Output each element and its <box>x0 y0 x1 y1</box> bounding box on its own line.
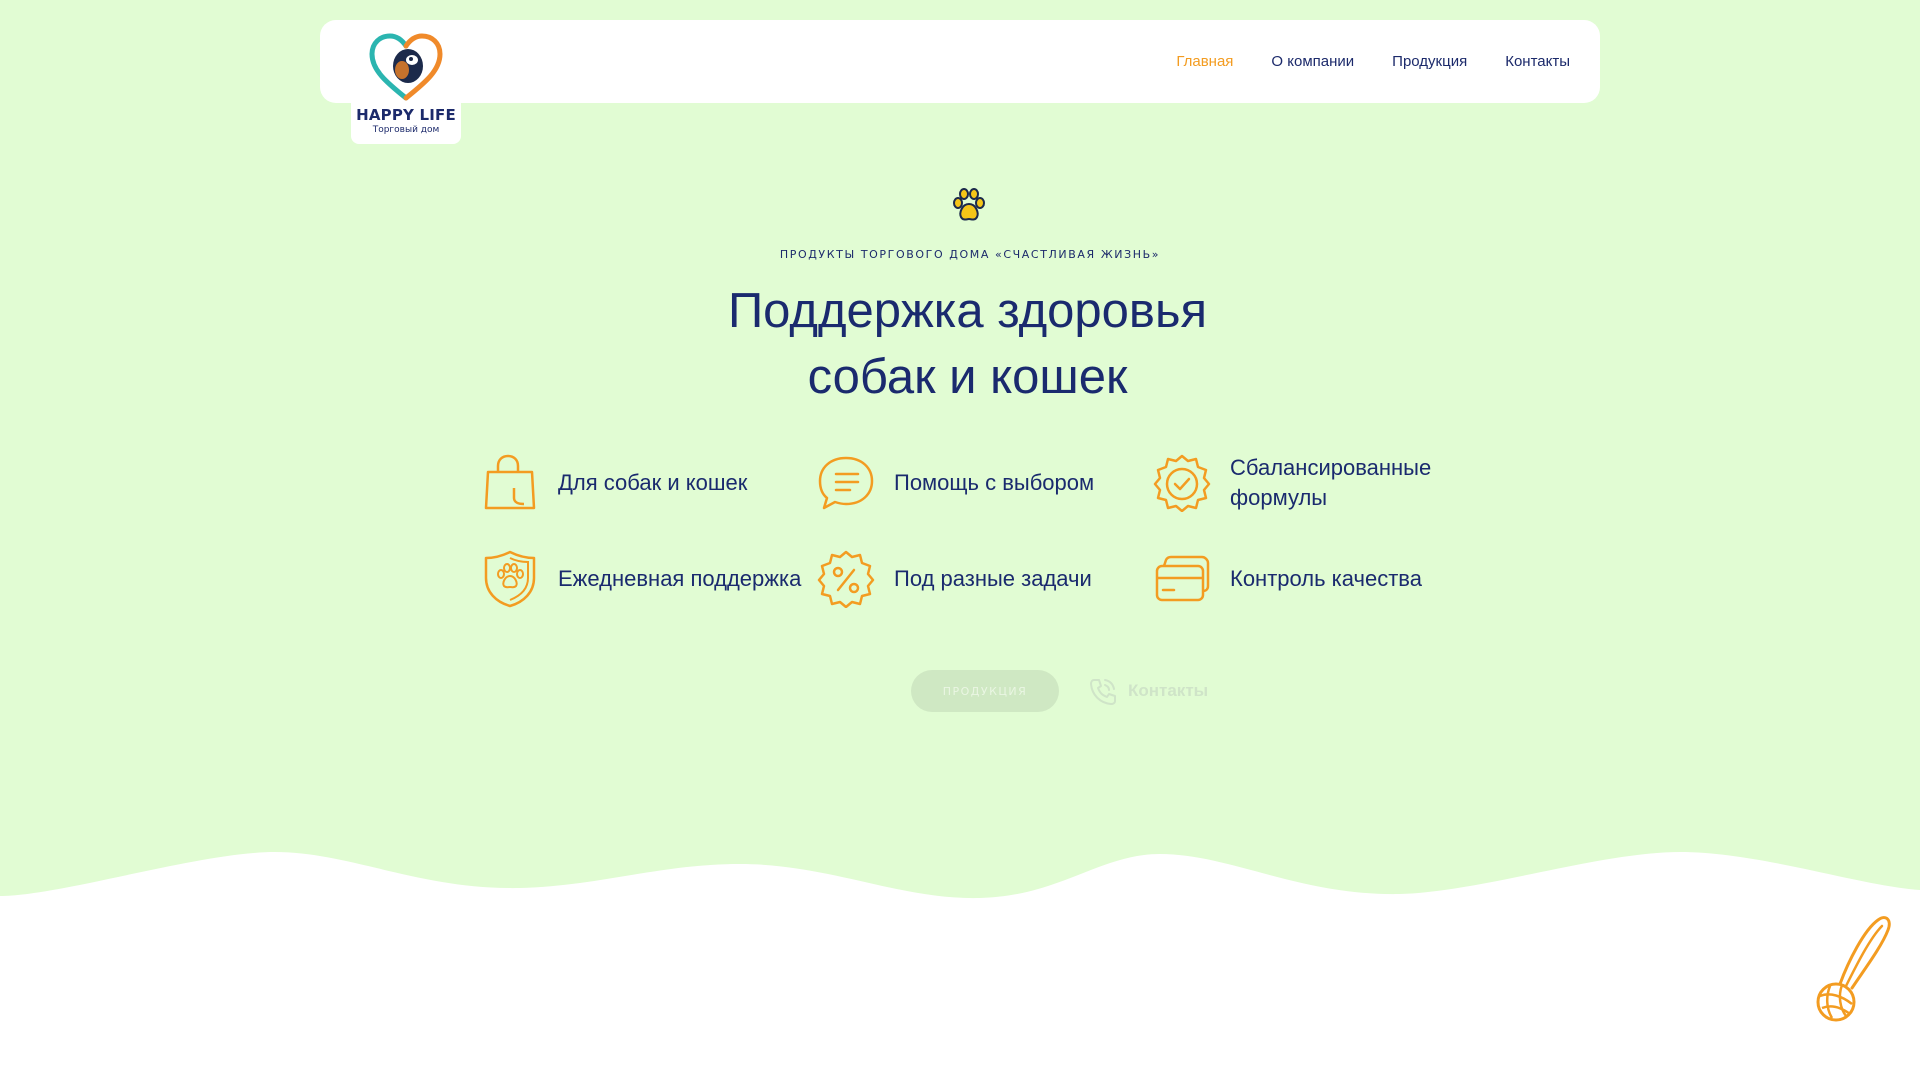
brand-tagline: Торговый дом <box>372 125 440 135</box>
feature-item: Сбалансированные формулы <box>1152 454 1480 512</box>
feature-label: Под разные задачи <box>894 566 1092 591</box>
credit-card-icon <box>1155 555 1210 602</box>
contacts-link[interactable]: Контакты <box>1088 674 1208 708</box>
rope-toy-icon <box>1816 916 1891 1022</box>
site-header: HAPPY LIFE Торговый дом Главная О компан… <box>320 20 1600 144</box>
heart-dog-logo-icon <box>369 33 443 101</box>
paw-icon <box>953 188 985 221</box>
features-grid: Для собак и кошек Помощь с выбором Сбала… <box>480 454 1480 608</box>
page-title: Поддержка здоровья собак и кошек <box>0 278 1920 410</box>
nav-item-contacts[interactable]: Контакты <box>1505 53 1570 70</box>
page-title-line-1: Поддержка здоровья <box>727 284 1208 338</box>
brand-name: HAPPY LIFE <box>356 106 456 124</box>
nav-item-home[interactable]: Главная <box>1176 53 1233 70</box>
feature-item: Ежедневная поддержка <box>480 550 816 608</box>
brand-logo[interactable]: HAPPY LIFE Торговый дом <box>351 28 461 144</box>
feature-item: Под разные задачи <box>816 550 1152 608</box>
verified-badge-icon <box>1153 454 1211 512</box>
feature-label: Сбалансированные формулы <box>1230 455 1432 510</box>
hero-eyebrow: ПРОДУКТЫ ТОРГОВОГО ДОМА «СЧАСТЛИВАЯ ЖИЗН… <box>779 248 1161 261</box>
feature-item: Помощь с выбором <box>816 455 1152 511</box>
products-button[interactable]: ПРОДУКЦИЯ <box>911 670 1059 712</box>
feature-label: Для собак и кошек <box>558 470 748 495</box>
page-title-line-2: собак и кошек <box>807 350 1128 404</box>
feature-label: Ежедневная поддержка <box>558 566 802 591</box>
shopping-bag-icon <box>484 454 536 510</box>
phone-icon <box>1090 679 1116 705</box>
chat-bubble-icon <box>818 456 874 510</box>
nav-item-products[interactable]: Продукция <box>1392 53 1467 70</box>
feature-label: Помощь с выбором <box>894 470 1095 495</box>
percent-badge-icon <box>817 550 875 608</box>
feature-label: Контроль качества <box>1230 566 1422 591</box>
nav-item-about[interactable]: О компании <box>1271 53 1354 70</box>
feature-item: Для собак и кошек <box>480 454 816 511</box>
feature-item: Контроль качества <box>1152 551 1480 607</box>
contacts-link-label: Контакты <box>1128 681 1209 700</box>
main-nav: Главная О компании Продукция Контакты <box>1176 20 1570 103</box>
paw-shield-icon <box>484 550 536 608</box>
